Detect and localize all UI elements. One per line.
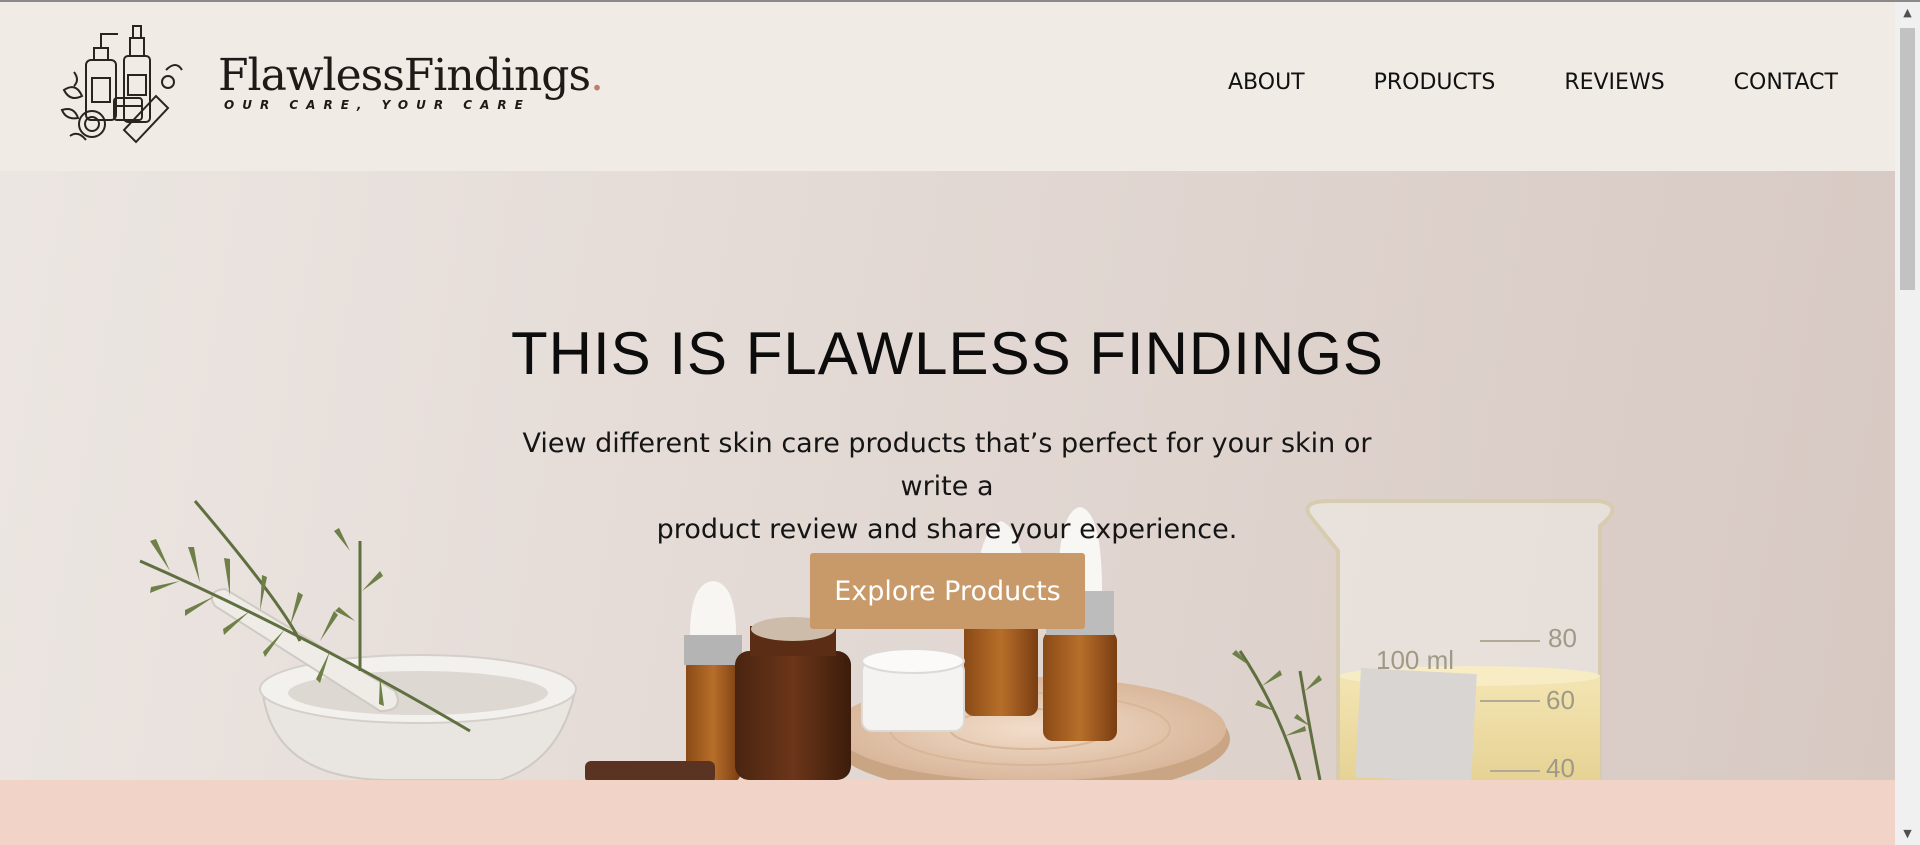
explore-products-button[interactable]: Explore Products (810, 553, 1085, 629)
beaker-label-40: 40 (1546, 753, 1575, 780)
nav-contact[interactable]: CONTACT (1734, 70, 1838, 95)
next-section-strip (0, 780, 1895, 845)
page-scrollbar[interactable]: ▲ ▼ (1895, 2, 1920, 845)
brand-logo[interactable]: FlawlessFindings. OUR CARE, YOUR CARE (56, 20, 604, 150)
triangle-up-icon[interactable]: ▲ (1895, 2, 1920, 24)
skincare-bottles-icon (60, 25, 183, 144)
beaker-label-100: 100 ml (1376, 645, 1454, 675)
beaker-label-80: 80 (1548, 623, 1577, 653)
nav-about[interactable]: ABOUT (1228, 70, 1305, 95)
brand-name: FlawlessFindings. (218, 50, 604, 101)
hero-subtitle: View different skin care products that’s… (497, 422, 1397, 551)
triangle-down-icon[interactable]: ▼ (1895, 823, 1920, 845)
nav-reviews[interactable]: REVIEWS (1564, 70, 1664, 95)
hero-title: THIS IS FLAWLESS FINDINGS (511, 320, 1384, 387)
nav-products[interactable]: PRODUCTS (1374, 70, 1496, 95)
hero-section: 100 ml 80 60 40 THIS IS FLAWLESS FINDING… (0, 171, 1895, 780)
main-nav: ABOUT PRODUCTS REVIEWS CONTACT (1228, 70, 1838, 95)
beaker-label-60: 60 (1546, 685, 1575, 715)
brand-tagline: OUR CARE, YOUR CARE (224, 98, 531, 112)
scrollbar-thumb[interactable] (1900, 28, 1915, 290)
hero-subtitle-line1: View different skin care products that’s… (522, 428, 1372, 502)
hero-subtitle-line2: product review and share your experience… (656, 514, 1238, 545)
site-header: FlawlessFindings. OUR CARE, YOUR CARE AB… (0, 2, 1895, 171)
